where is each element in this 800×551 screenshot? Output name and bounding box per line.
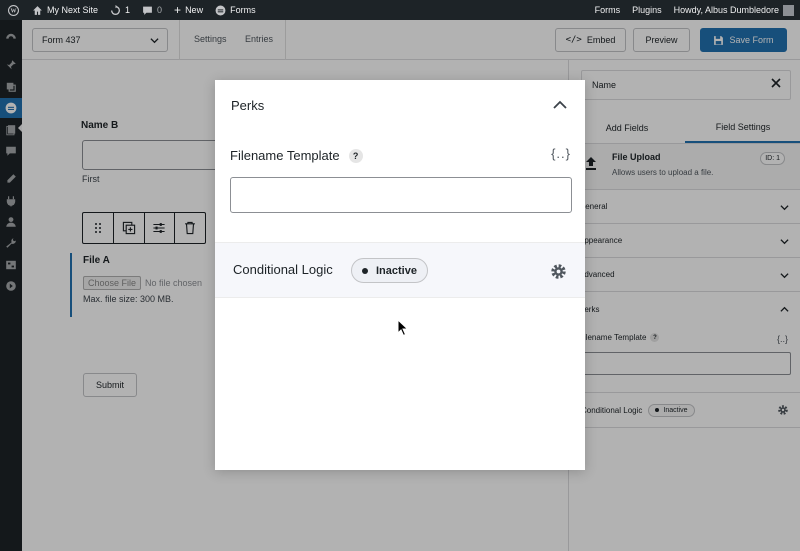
filename-template-label: Filename Template ?: [230, 148, 363, 163]
chevron-up-icon[interactable]: [553, 100, 567, 110]
site-name: My Next Site: [47, 5, 99, 15]
comments-count: 0: [157, 5, 163, 15]
howdy-text: Howdy, Albus Dumbledore: [673, 5, 779, 15]
perks-modal: Perks Filename Template ? {..} Condition…: [215, 80, 585, 470]
right-forms-link[interactable]: Forms: [589, 0, 627, 20]
forms-label: Forms: [230, 5, 256, 15]
conditional-logic-toggle[interactable]: Inactive: [351, 258, 428, 283]
refresh-icon: [110, 4, 121, 15]
admin-bar: W My Next Site 1 0 + New Forms Forms Plu…: [0, 0, 800, 20]
modal-title: Perks: [231, 98, 265, 113]
conditional-logic-status: Inactive: [376, 264, 417, 277]
site-name-link[interactable]: My Next Site: [26, 0, 104, 20]
filename-template-text: Filename Template: [230, 148, 340, 163]
home-icon: [33, 5, 42, 15]
avatar: [783, 4, 794, 16]
conditional-logic-row: Conditional Logic Inactive: [215, 242, 585, 298]
merge-tag-button[interactable]: {..}: [551, 146, 571, 161]
forms-link[interactable]: Forms: [209, 0, 262, 20]
conditional-logic-label: Conditional Logic: [233, 262, 333, 277]
wordpress-logo-icon[interactable]: W: [0, 0, 26, 20]
help-icon[interactable]: ?: [348, 148, 363, 163]
new-content-link[interactable]: + New: [168, 0, 209, 20]
svg-text:W: W: [10, 8, 16, 14]
comments-link[interactable]: 0: [136, 0, 168, 20]
filename-template-input[interactable]: [230, 177, 572, 213]
plugins-link[interactable]: Plugins: [626, 0, 668, 20]
comment-icon: [143, 6, 152, 15]
new-label: New: [185, 5, 204, 15]
my-account-link[interactable]: Howdy, Albus Dumbledore: [668, 0, 800, 20]
updates-link[interactable]: 1: [104, 0, 136, 20]
right-forms-label: Forms: [594, 5, 621, 15]
plus-icon: +: [174, 3, 182, 17]
plugins-label: Plugins: [632, 5, 662, 15]
mouse-cursor-icon: [397, 319, 409, 337]
status-dot: [362, 267, 368, 274]
forms-logo-icon: [215, 5, 226, 15]
gear-icon[interactable]: [550, 263, 567, 280]
updates-count: 1: [125, 5, 131, 15]
